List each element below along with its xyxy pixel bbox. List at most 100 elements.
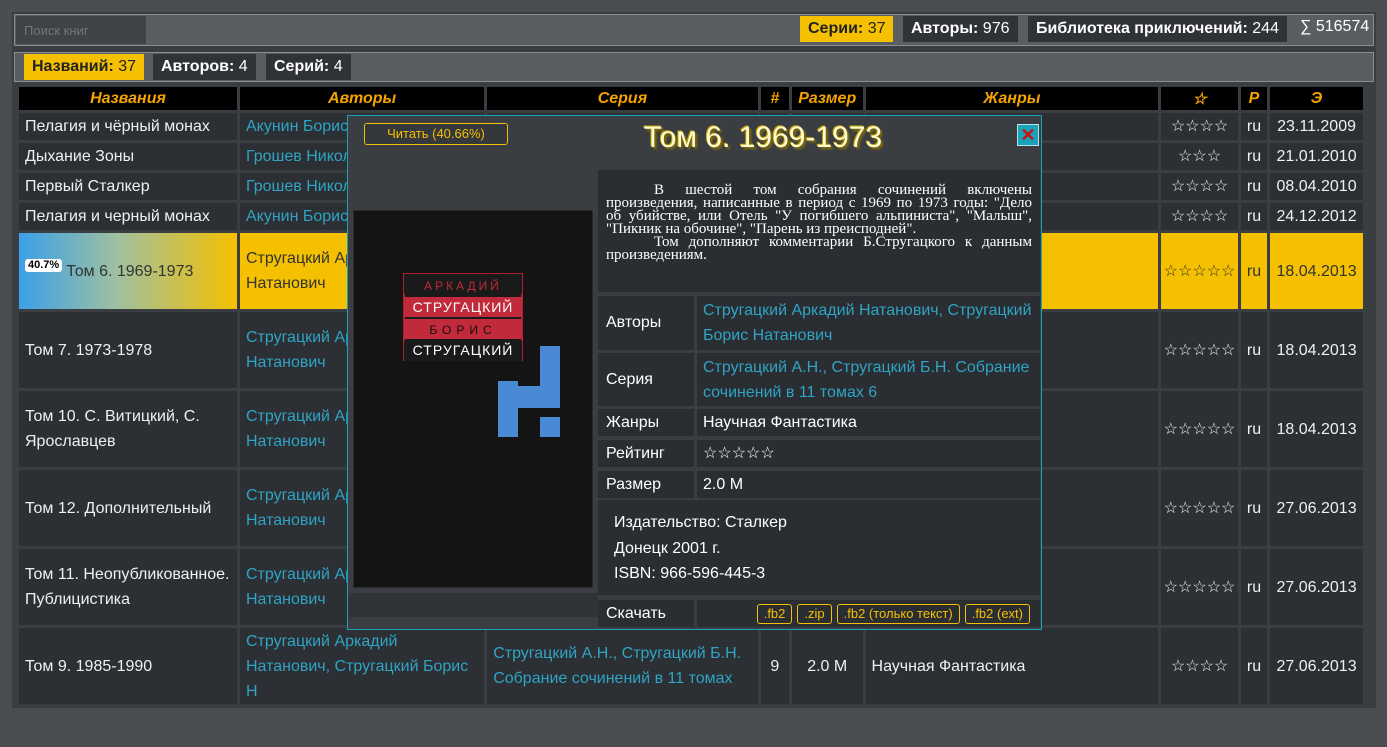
book-language-text: ru xyxy=(1246,657,1262,675)
book-rating-cell: ☆☆☆☆☆ xyxy=(1161,470,1238,546)
book-title-cell[interactable]: Том 11. Неопубликованное. Публицистика xyxy=(19,549,237,625)
cover-text-first-name-2: БОРИС xyxy=(429,323,496,337)
library-count-button[interactable]: Библиотека приключений: 244 xyxy=(1028,16,1287,42)
book-details-modal: Читать (40.66%) Том 6. 1969-1973 ✕ АРКАД… xyxy=(347,115,1042,630)
rating-stars[interactable]: ☆☆☆☆☆ xyxy=(697,440,1040,467)
series-count-tab[interactable]: Серий: 4 xyxy=(266,54,351,80)
book-date-text: 27.06.2013 xyxy=(1276,499,1357,517)
isbn: ISBN: 966-596-445-3 xyxy=(614,565,766,582)
book-rating-cell: ☆☆☆☆ xyxy=(1161,113,1238,140)
book-description: В шестой том собрания сочинений включены… xyxy=(598,170,1040,292)
book-authors-cell[interactable]: Стругацкий Аркадий Натанович, Стругацкий… xyxy=(239,628,485,704)
download-fb2-text-button[interactable]: .fb2 (только текст) xyxy=(836,603,960,624)
book-rating-cell: ☆☆☆☆☆ xyxy=(1161,233,1238,309)
book-title-cell[interactable]: 40.7% Том 6. 1969-1973 xyxy=(19,233,237,309)
book-rating-text: ☆☆☆☆ xyxy=(1170,178,1229,195)
book-title-cell[interactable]: Том 7. 1973-1978 xyxy=(19,312,237,388)
book-date-cell: 27.06.2013 xyxy=(1270,549,1363,625)
book-title-text: Том 6. 1969-1973 xyxy=(66,262,194,280)
titles-count-tab[interactable]: Названий: 37 xyxy=(24,54,145,80)
cover-text-first-name-1: АРКАДИЙ xyxy=(424,278,502,293)
book-rating-cell: ☆☆☆☆ xyxy=(1161,628,1238,704)
book-rating-cell: ☆☆☆ xyxy=(1161,143,1238,170)
cover-art: АРКАДИЙ СТРУГАЦКИЙ БОРИС СТРУГАЦКИЙ xyxy=(354,211,592,587)
book-title-cell[interactable]: Первый Сталкер xyxy=(19,173,237,200)
book-date-cell: 08.04.2010 xyxy=(1270,173,1363,200)
download-fb2-button[interactable]: .fb2 xyxy=(756,603,793,624)
stat-value: 37 xyxy=(118,58,137,75)
book-title-text: Том 11. Неопубликованное. Публицистика xyxy=(25,566,230,608)
book-rating-text: ☆☆☆☆ xyxy=(1170,208,1229,225)
book-title-cell[interactable]: Дыхание Зоны xyxy=(19,143,237,170)
book-date-text: 18.04.2013 xyxy=(1276,341,1357,359)
book-rating-cell: ☆☆☆☆☆ xyxy=(1161,312,1238,388)
column-header-date[interactable]: Э xyxy=(1270,87,1363,110)
book-date-cell: 18.04.2013 xyxy=(1270,391,1363,467)
genres-row: Жанры Научная Фантастика xyxy=(598,409,1040,436)
download-fb2-ext-button[interactable]: .fb2 (ext) xyxy=(964,603,1030,624)
download-label: Скачать xyxy=(598,600,694,627)
column-header-number[interactable]: # xyxy=(760,87,789,110)
book-language-text: ru xyxy=(1246,341,1262,359)
book-title-text: Том 12. Дополнительный xyxy=(25,499,212,517)
book-title-cell[interactable]: Том 10. С. Витицкий, С. Ярославцев xyxy=(19,391,237,467)
column-header-authors[interactable]: Авторы xyxy=(239,87,485,110)
column-header-series[interactable]: Серия xyxy=(487,87,758,110)
read-button[interactable]: Читать (40.66%) xyxy=(364,123,508,145)
book-title-text: Первый Сталкер xyxy=(25,178,150,195)
description-paragraph: Том дополняют комментарии Б.Стругацкого … xyxy=(606,234,1032,263)
book-authors-text: Стругацкий Аркадий Натанович, Стругацкий… xyxy=(245,632,469,700)
series-link[interactable]: Стругацкий А.Н., Стругацкий Б.Н. Собрани… xyxy=(697,353,1040,406)
book-language-cell: ru xyxy=(1240,203,1268,230)
column-header-rating[interactable]: ☆ xyxy=(1161,87,1238,110)
author-link[interactable]: Стругацкий Аркадий Натанович xyxy=(703,302,939,319)
book-title-cell[interactable]: Том 12. Дополнительный xyxy=(19,470,237,546)
book-title-cell[interactable]: Том 9. 1985-1990 xyxy=(19,628,237,704)
book-rating-text: ☆☆☆ xyxy=(1178,148,1222,165)
column-header-genres[interactable]: Жанры xyxy=(865,87,1159,110)
book-series-cell[interactable]: Стругацкий А.Н., Стругацкий Б.Н. Собрани… xyxy=(487,628,758,704)
book-series-text: Стругацкий А.Н., Стругацкий Б.Н. Собрани… xyxy=(493,645,742,687)
publication-info: Издательство: Сталкер Донецк 2001 г. ISB… xyxy=(598,500,1040,595)
book-title-cell[interactable]: Пелагия и чёрный монах xyxy=(19,113,237,140)
series-row: Серия Стругацкий А.Н., Стругацкий Б.Н. С… xyxy=(598,353,1040,406)
stat-label: Серий: xyxy=(274,58,330,75)
stat-label: Библиотека приключений: xyxy=(1036,20,1248,37)
book-date-text: 27.06.2013 xyxy=(1276,578,1357,596)
download-zip-button[interactable]: .zip xyxy=(797,603,832,624)
book-title-text: Пелагия и черный монах xyxy=(25,208,210,225)
book-rating-text: ☆☆☆☆☆ xyxy=(1163,420,1236,438)
series-count-button[interactable]: Серии: 37 xyxy=(800,16,894,42)
book-language-cell: ru xyxy=(1240,113,1268,140)
stat-label: Авторов: xyxy=(161,58,235,75)
download-buttons: .fb2 .zip .fb2 (только текст) .fb2 (ext) xyxy=(697,600,1040,627)
authors-count-tab[interactable]: Авторов: 4 xyxy=(153,54,256,80)
city-year: Донецк 2001 г. xyxy=(614,539,721,557)
column-header-size[interactable]: Размер xyxy=(791,87,863,110)
book-number-text: 9 xyxy=(770,657,780,675)
book-title-text: Дыхание Зоны xyxy=(25,148,135,165)
stat-value: 37 xyxy=(867,20,886,37)
series-label: Серия xyxy=(598,353,694,406)
book-title-text: Том 9. 1985-1990 xyxy=(25,657,153,675)
column-header-language[interactable]: Р xyxy=(1240,87,1268,110)
book-language-cell: ru xyxy=(1240,173,1268,200)
book-rating-text: ☆☆☆☆☆ xyxy=(1163,341,1236,359)
book-language-cell: ru xyxy=(1240,628,1268,704)
stat-value: 976 xyxy=(982,20,1010,37)
book-language-text: ru xyxy=(1246,208,1262,225)
book-title-cell[interactable]: Пелагия и черный монах xyxy=(19,203,237,230)
genres-label: Жанры xyxy=(598,409,694,436)
book-date-cell: 23.11.2009 xyxy=(1270,113,1363,140)
publisher: Издательство: Сталкер xyxy=(614,514,787,531)
book-genre-cell: Научная Фантастика xyxy=(865,628,1159,704)
table-row[interactable]: Том 9. 1985-1990 Стругацкий Аркадий Натан… xyxy=(19,628,1363,704)
column-header-title[interactable]: Названия xyxy=(19,87,237,110)
search-input[interactable] xyxy=(16,16,146,44)
book-language-cell: ru xyxy=(1240,143,1268,170)
authors-count-button[interactable]: Авторы: 976 xyxy=(903,16,1018,42)
book-date-text: 23.11.2009 xyxy=(1277,118,1356,135)
book-title-text: Пелагия и чёрный монах xyxy=(25,118,210,135)
close-icon[interactable]: ✕ xyxy=(1017,124,1039,146)
book-title: Том 6. 1969-1973 xyxy=(643,121,883,154)
